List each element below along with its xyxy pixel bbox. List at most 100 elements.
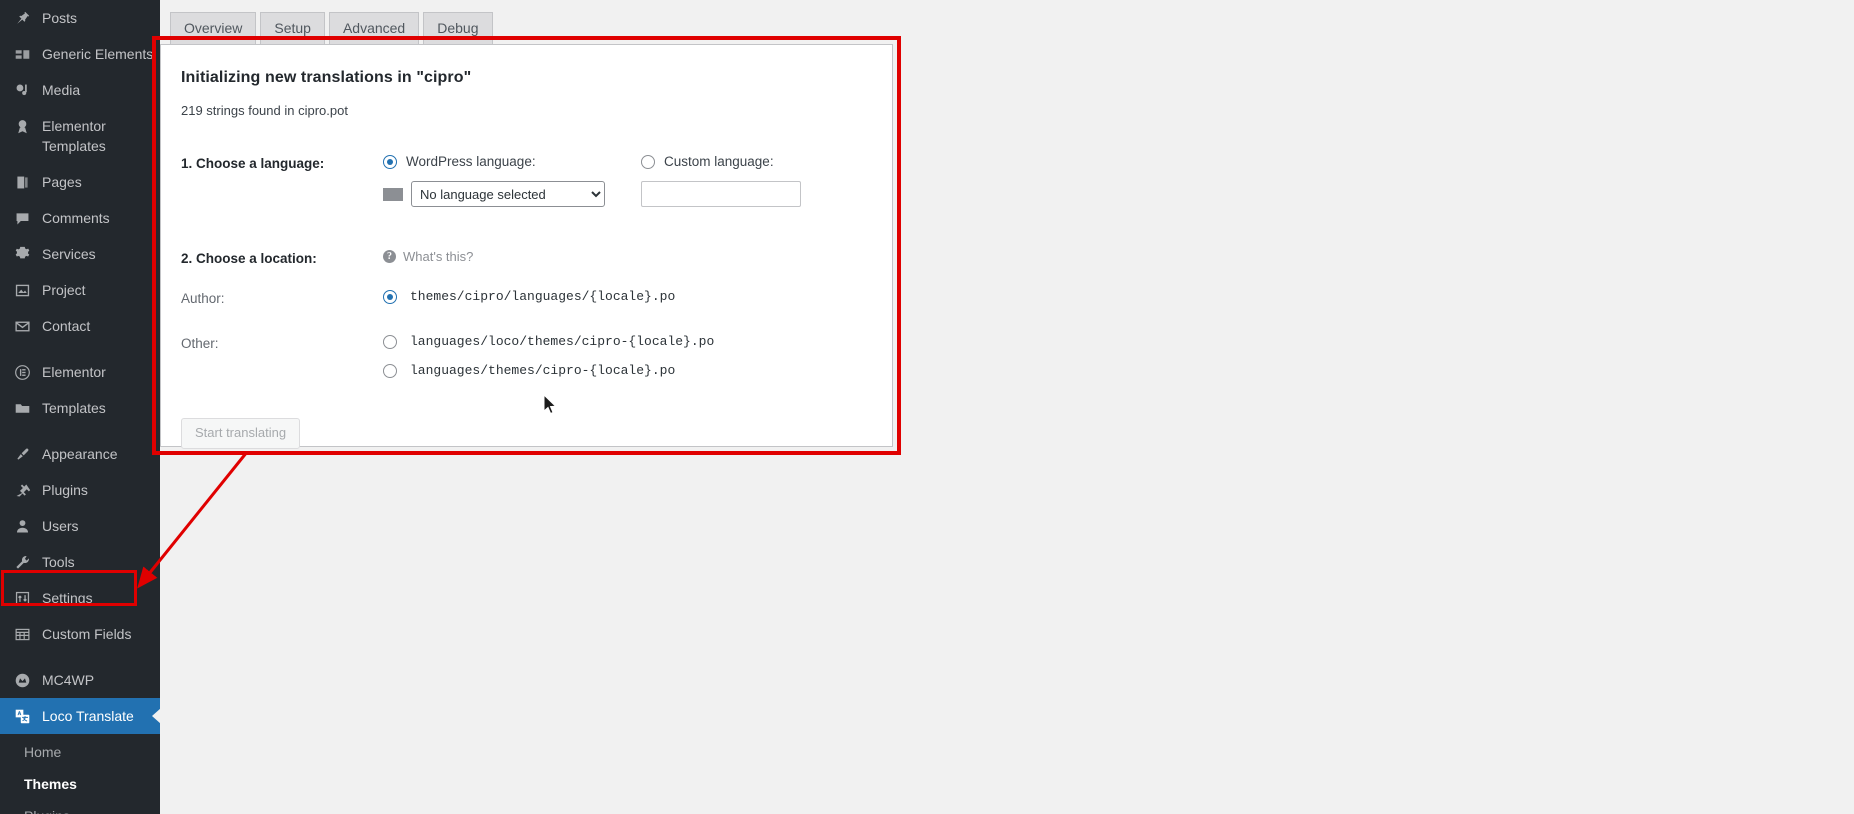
admin-sidebar: Posts Generic Elements Media Elementor T… (0, 0, 160, 814)
mouse-cursor (543, 394, 559, 416)
other-path-option[interactable]: languages/themes/cipro-{locale}.po (383, 363, 714, 378)
submenu-item-themes[interactable]: Themes (0, 768, 160, 800)
help-icon: ? (383, 250, 396, 263)
translate-icon (10, 706, 34, 726)
other-path-radio[interactable] (383, 335, 397, 349)
sidebar-item-plugins[interactable]: Plugins (0, 472, 160, 508)
award-icon (10, 116, 34, 136)
sidebar-item-comments[interactable]: Comments (0, 200, 160, 236)
gear-icon (10, 244, 34, 264)
sidebar-item-media[interactable]: Media (0, 72, 160, 108)
table-icon (10, 624, 34, 644)
other-path-radio[interactable] (383, 364, 397, 378)
sidebar-item-label: Services (42, 244, 96, 264)
image-icon (10, 280, 34, 300)
other-path-list: languages/loco/themes/cipro-{locale}.po … (383, 334, 714, 392)
sidebar-item-label: Elementor Templates (42, 116, 160, 156)
sidebar-item-posts[interactable]: Posts (0, 0, 160, 36)
main-content: Overview Setup Advanced Debug Initializi… (160, 0, 1854, 814)
sidebar-item-label: Contact (42, 316, 90, 336)
sidebar-item-tools[interactable]: Tools (0, 544, 160, 580)
other-paths-row: Other: languages/loco/themes/cipro-{loca… (181, 334, 872, 392)
sidebar-item-services[interactable]: Services (0, 236, 160, 272)
sliders-icon (10, 588, 34, 608)
sidebar-item-label: Tools (42, 552, 75, 572)
page-title: Initializing new translations in "cipro" (181, 69, 872, 87)
other-label: Other: (181, 334, 383, 351)
other-path-label: languages/themes/cipro-{locale}.po (410, 363, 675, 378)
author-paths-row: Author: themes/cipro/languages/{locale}.… (181, 289, 872, 318)
sidebar-item-label: Pages (42, 172, 82, 192)
language-select[interactable]: No language selected (411, 181, 605, 207)
sidebar-item-label: MC4WP (42, 670, 94, 690)
sidebar-item-users[interactable]: Users (0, 508, 160, 544)
choose-location-label: 2. Choose a location: (181, 249, 383, 266)
wordpress-language-option[interactable]: WordPress language: (383, 154, 641, 169)
sidebar-item-settings[interactable]: Settings (0, 580, 160, 616)
author-path-label: themes/cipro/languages/{locale}.po (410, 289, 675, 304)
user-icon (10, 516, 34, 536)
media-icon (10, 80, 34, 100)
flag-placeholder-icon (383, 188, 403, 201)
tab-advanced[interactable]: Advanced (329, 12, 419, 44)
sidebar-separator (0, 652, 160, 662)
start-translating-button[interactable]: Start translating (181, 418, 300, 449)
custom-language-column: Custom language: (641, 154, 801, 207)
sidebar-item-label: Appearance (42, 444, 118, 464)
sidebar-item-label: Settings (42, 588, 93, 608)
sidebar-item-elementor-templates[interactable]: Elementor Templates (0, 108, 160, 164)
other-path-label: languages/loco/themes/cipro-{locale}.po (410, 334, 714, 349)
plug-icon (10, 480, 34, 500)
wordpress-language-radio[interactable] (383, 155, 397, 169)
whats-this-link[interactable]: ? What's this? (383, 249, 473, 264)
author-path-list: themes/cipro/languages/{locale}.po (383, 289, 675, 318)
sidebar-item-project[interactable]: Project (0, 272, 160, 308)
wordpress-language-column: WordPress language: No language selected (383, 154, 641, 207)
sidebar-item-generic-elements[interactable]: Generic Elements (0, 36, 160, 72)
sidebar-item-label: Media (42, 80, 80, 100)
sidebar-item-label: Generic Elements (42, 44, 153, 64)
sidebar-item-loco-translate[interactable]: Loco Translate (0, 698, 160, 734)
sidebar-separator (0, 344, 160, 354)
author-label: Author: (181, 289, 383, 306)
custom-language-label: Custom language: (664, 154, 774, 169)
sidebar-item-custom-fields[interactable]: Custom Fields (0, 616, 160, 652)
custom-language-input[interactable] (641, 181, 801, 207)
sidebar-item-mc4wp[interactable]: MC4WP (0, 662, 160, 698)
author-path-option[interactable]: themes/cipro/languages/{locale}.po (383, 289, 675, 304)
author-path-radio[interactable] (383, 290, 397, 304)
submit-row: Start translating (181, 418, 872, 449)
pages-icon (10, 172, 34, 192)
tab-setup[interactable]: Setup (260, 12, 325, 44)
sidebar-item-appearance[interactable]: Appearance (0, 436, 160, 472)
other-path-option[interactable]: languages/loco/themes/cipro-{locale}.po (383, 334, 714, 349)
elementor-icon (10, 362, 34, 382)
custom-language-radio[interactable] (641, 155, 655, 169)
submenu-item-home[interactable]: Home (0, 736, 160, 768)
sidebar-item-label: Templates (42, 398, 106, 418)
strings-found-text: 219 strings found in cipro.pot (181, 103, 872, 118)
sidebar-item-label: Custom Fields (42, 624, 131, 644)
current-menu-arrow (152, 708, 160, 724)
choose-language-row: 1. Choose a language: WordPress language… (181, 154, 872, 207)
loco-translate-submenu: Home Themes Plugins WordPress (0, 734, 160, 814)
wrench-icon (10, 552, 34, 572)
sidebar-separator (0, 426, 160, 436)
tab-bar: Overview Setup Advanced Debug (170, 14, 497, 44)
custom-language-option[interactable]: Custom language: (641, 154, 801, 169)
sidebar-item-templates[interactable]: Templates (0, 390, 160, 426)
tab-debug[interactable]: Debug (423, 12, 492, 44)
sidebar-item-elementor[interactable]: Elementor (0, 354, 160, 390)
tab-overview[interactable]: Overview (170, 12, 256, 44)
init-translations-card: Initializing new translations in "cipro"… (160, 44, 893, 447)
sidebar-item-label: Comments (42, 208, 110, 228)
envelope-icon (10, 316, 34, 336)
sidebar-item-pages[interactable]: Pages (0, 164, 160, 200)
sidebar-item-label: Loco Translate (42, 706, 134, 726)
folder-icon (10, 398, 34, 418)
choose-language-label: 1. Choose a language: (181, 154, 383, 171)
sidebar-item-label: Users (42, 516, 79, 536)
submenu-item-plugins[interactable]: Plugins (0, 800, 160, 814)
wordpress-language-label: WordPress language: (406, 154, 536, 169)
sidebar-item-contact[interactable]: Contact (0, 308, 160, 344)
